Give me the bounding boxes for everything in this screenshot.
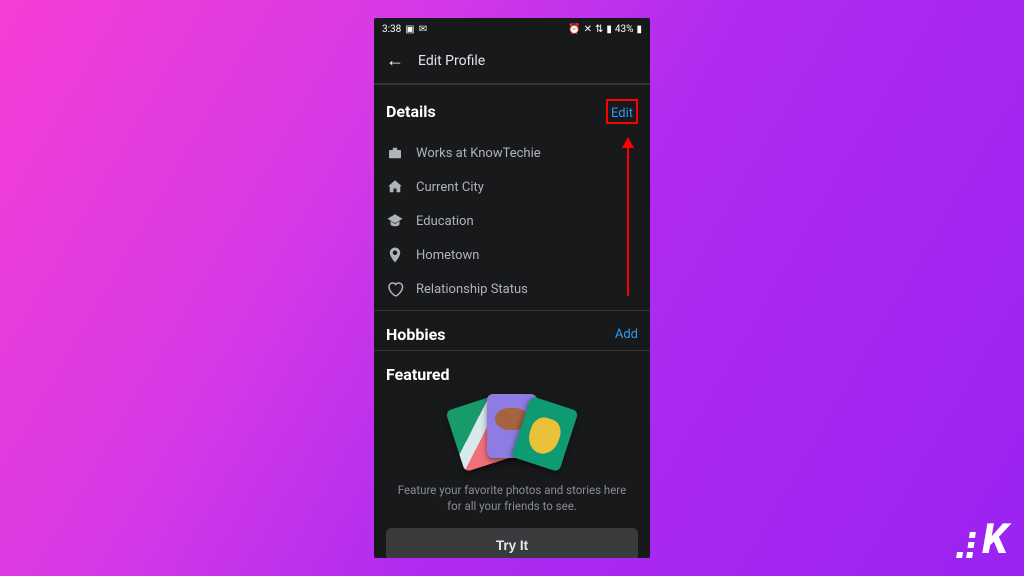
- signal-icon: ▮: [606, 24, 612, 35]
- heart-icon: [386, 280, 404, 298]
- statusbar: 3:38 ▣ ✉ ⏰ ✕ ⇅ ▮ 43% ▮: [374, 18, 650, 40]
- detail-relationship[interactable]: Relationship Status: [386, 272, 638, 306]
- featured-title: Featured: [386, 365, 450, 384]
- back-arrow-icon[interactable]: ←: [386, 50, 404, 71]
- detail-education[interactable]: Education: [386, 204, 638, 238]
- battery-icon: ▮: [636, 24, 642, 35]
- details-section: Details Edit Works at KnowTechie Current…: [374, 84, 650, 310]
- detail-label: Hometown: [416, 248, 479, 263]
- phone-screen: 3:38 ▣ ✉ ⏰ ✕ ⇅ ▮ 43% ▮ ← Edit Profile De…: [374, 18, 650, 558]
- alarm-icon: ⏰: [568, 24, 580, 35]
- details-title: Details: [386, 102, 436, 121]
- mail-icon: ✉: [419, 24, 427, 35]
- briefcase-icon: [386, 144, 404, 162]
- detail-label: Education: [416, 214, 474, 229]
- detail-label: Relationship Status: [416, 282, 528, 297]
- graduation-cap-icon: [386, 212, 404, 230]
- page-title: Edit Profile: [418, 53, 485, 69]
- watermark-letter: K: [982, 515, 1006, 564]
- wifi-icon: ⇅: [595, 24, 603, 35]
- featured-illustration: [446, 394, 578, 470]
- pin-icon: [386, 246, 404, 264]
- featured-section: Featured Feature your favorite photos an…: [374, 350, 650, 558]
- watermark-dots-icon: [956, 532, 976, 558]
- try-it-button[interactable]: Try It: [386, 528, 638, 558]
- statusbar-time: 3:38: [382, 24, 401, 35]
- edit-highlight: Edit: [606, 99, 638, 124]
- annotation-arrow: [627, 146, 629, 296]
- home-icon: [386, 178, 404, 196]
- detail-label: Works at KnowTechie: [416, 146, 541, 161]
- battery-text: 43%: [615, 24, 634, 35]
- hobbies-title: Hobbies: [386, 325, 445, 344]
- detail-city[interactable]: Current City: [386, 170, 638, 204]
- featured-description: Feature your favorite photos and stories…: [386, 482, 638, 514]
- detail-hometown[interactable]: Hometown: [386, 238, 638, 272]
- add-hobbies-link[interactable]: Add: [615, 327, 638, 342]
- hobbies-section: Hobbies Add: [374, 310, 650, 350]
- picture-icon: ▣: [405, 24, 414, 35]
- page-header: ← Edit Profile: [374, 40, 650, 84]
- mute-icon: ✕: [584, 24, 592, 35]
- detail-label: Current City: [416, 180, 484, 195]
- detail-work[interactable]: Works at KnowTechie: [386, 136, 638, 170]
- watermark: K: [958, 515, 1006, 564]
- edit-details-link[interactable]: Edit: [611, 106, 633, 121]
